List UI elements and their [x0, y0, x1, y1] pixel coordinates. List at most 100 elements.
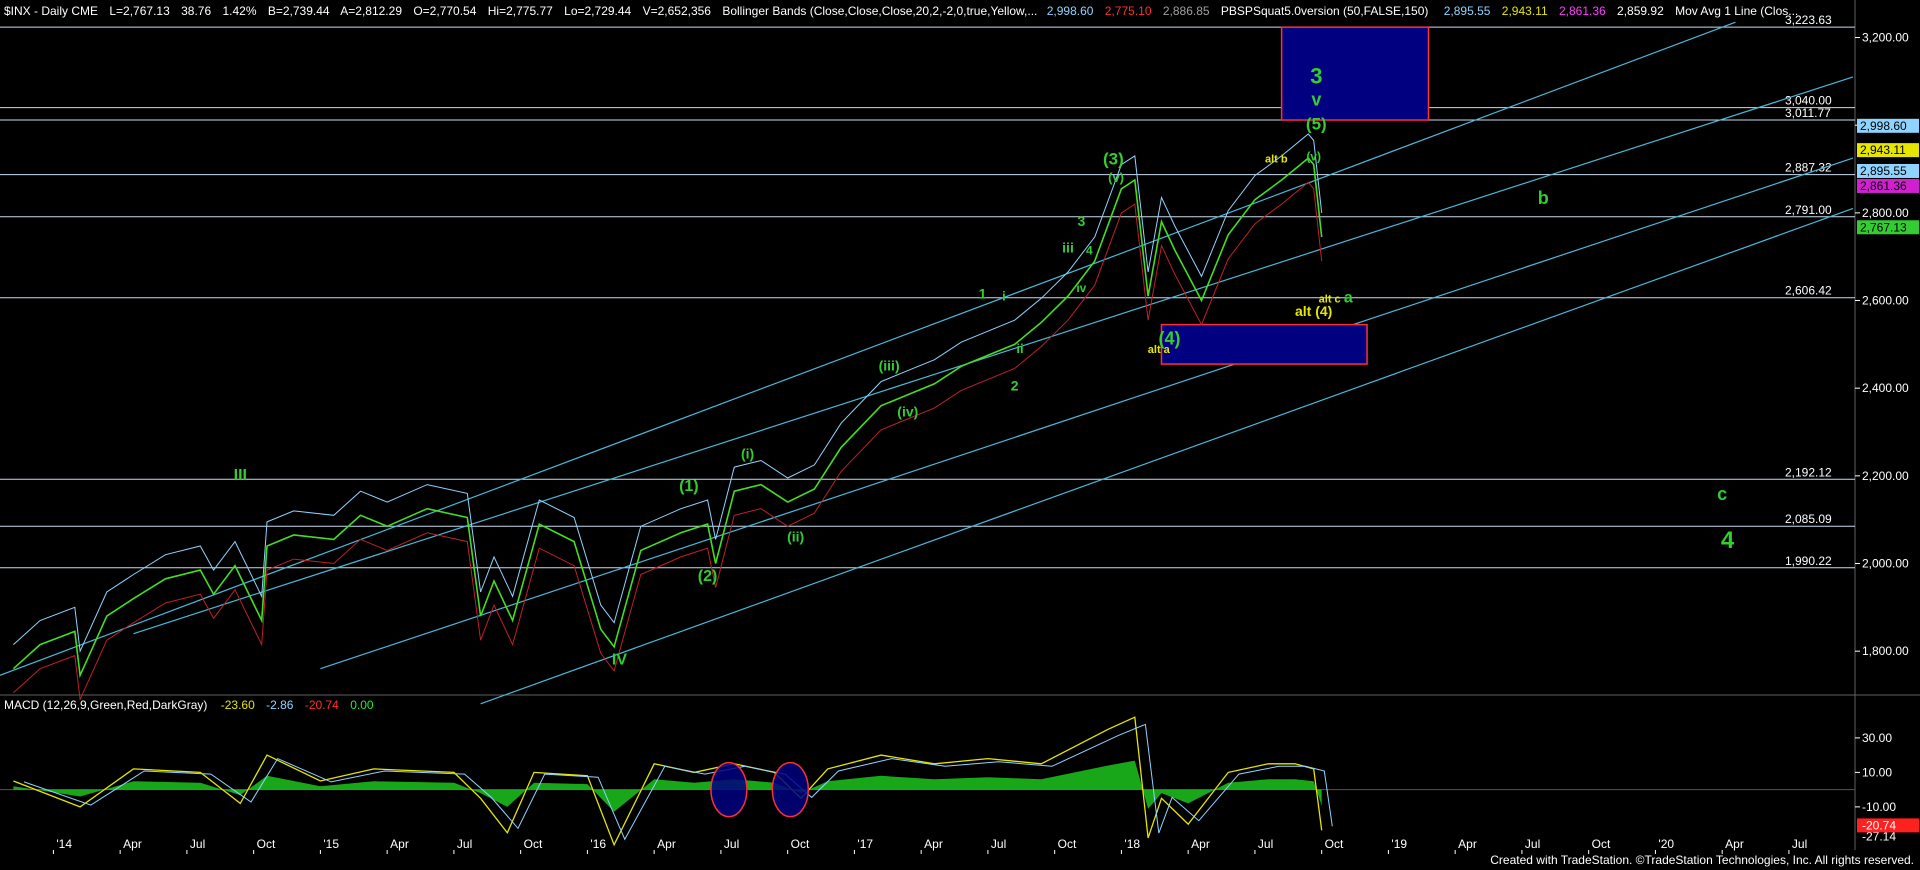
wave-label-25: c [1717, 484, 1727, 504]
x-tick-label-25: Apr [1725, 837, 1744, 851]
x-tick-label-10: Jul [724, 837, 739, 851]
bid-value: B=2,739.44 [268, 4, 330, 18]
x-tick-label-9: Apr [657, 837, 676, 851]
macd-highlight-circle-1 [771, 761, 810, 818]
wave-label-18: 4 [1086, 243, 1093, 257]
wave-label-24: b [1538, 188, 1549, 208]
wave-label-2: (1) [679, 478, 699, 495]
wave-label-0: III [234, 467, 247, 484]
macd-value-3: -20.74 [305, 698, 339, 712]
x-tick-label-6: Jul [457, 837, 472, 851]
macd-tick-label-0: 30.00 [1862, 731, 1892, 745]
wave-label-17: 3 [1077, 213, 1085, 229]
x-tick-label-19: Oct [1325, 837, 1344, 851]
wave-label-8: (3) [1103, 150, 1124, 169]
x-tick-label-20: '19 [1391, 837, 1407, 851]
level-label-4: 2,791.00 [1785, 203, 1832, 217]
pbs-value-3: 2,861.36 [1559, 4, 1606, 18]
level-label-8: 1,990.22 [1785, 554, 1832, 568]
x-tick-label-12: '17 [857, 837, 873, 851]
x-tick-label-23: Oct [1592, 837, 1611, 851]
wave-label-5: (ii) [787, 529, 804, 545]
wave-label-15: 1 [979, 285, 987, 301]
wave-label-21: i [1002, 289, 1006, 304]
svg-text:MACD (12,26,9,Green,Red,DarkGr: MACD (12,26,9,Green,Red,DarkGray) -23.60… [4, 698, 374, 712]
x-tick-label-22: Jul [1525, 837, 1540, 851]
y-tick-label-4: 2,600.00 [1862, 294, 1909, 308]
price-tag-label-3: 2,861.36 [1860, 179, 1907, 193]
x-tick-label-13: Apr [924, 837, 943, 851]
y-tick-label-1: 2,000.00 [1862, 557, 1909, 571]
volume-value: V=2,652,356 [643, 4, 712, 18]
x-tick-label-15: Oct [1058, 837, 1077, 851]
x-tick-label-26: Jul [1792, 837, 1807, 851]
bb-label: Bollinger Bands (Close,Close,Close,20,2,… [722, 4, 1037, 18]
y-tick-label-7: 3,200.00 [1862, 31, 1909, 45]
wave-label-13: 3 [1310, 64, 1322, 89]
x-tick-label-24: '20 [1658, 837, 1674, 851]
wave-label-20: iv [1076, 281, 1086, 295]
wave-label-28: alt a [1148, 344, 1171, 356]
y-tick-label-5: 2,800.00 [1862, 206, 1909, 220]
x-tick-label-16: '18 [1124, 837, 1140, 851]
x-tick-label-5: Apr [390, 837, 409, 851]
wave-label-1: IV [612, 651, 627, 668]
wave-label-23: a [1344, 290, 1353, 307]
tradestation-credit: Created with TradeStation. ©TradeStation… [1490, 853, 1914, 867]
x-tick-label-21: Apr [1458, 837, 1477, 851]
bb-value-2: 2,775.10 [1105, 4, 1152, 18]
y-tick-label-2: 2,200.00 [1862, 469, 1909, 483]
macd-tick-label-2: -10.00 [1862, 800, 1896, 814]
wave-label-26: 4 [1721, 527, 1735, 554]
ma-label: Mov Avg 1 Line (Clos... [1675, 4, 1798, 18]
level-label-6: 2,192.12 [1785, 465, 1832, 479]
last-price: L=2,767.13 [109, 4, 170, 18]
svg-text:$INX - Daily CME L=2,767.: $INX - Daily CME L=2,767.13 38.76 1.42% … [4, 4, 1798, 18]
x-tick-label-14: Jul [991, 837, 1006, 851]
y-tick-label-0: 1,800.00 [1862, 644, 1909, 658]
wave-label-11: (5) [1306, 115, 1327, 134]
change-pct: 1.42% [222, 4, 256, 18]
change-value: 38.76 [181, 4, 211, 18]
level-label-7: 2,085.09 [1785, 512, 1832, 526]
x-tick-label-7: Oct [524, 837, 543, 851]
pbs-value-4: 2,859.92 [1617, 4, 1664, 18]
x-tick-label-18: Jul [1258, 837, 1273, 851]
high-value: Hi=2,775.77 [488, 4, 553, 18]
price-tag-label-2: 2,895.55 [1860, 164, 1907, 178]
macd-tick-label-1: 10.00 [1862, 765, 1892, 779]
bb-value-3: 2,886.85 [1163, 4, 1210, 18]
price-tag-label-1: 2,943.11 [1860, 143, 1906, 157]
x-tick-label-2: Jul [190, 837, 205, 851]
macd-value-4: 0.00 [350, 698, 374, 712]
wave-label-30: alt (4) [1295, 303, 1332, 319]
target-box-0 [1280, 26, 1430, 121]
chart-svg: $INX - Daily CME L=2,767.13 38.76 1.42% … [0, 0, 1920, 870]
level-label-0: 3,223.63 [1785, 13, 1832, 27]
target-box-1 [1160, 323, 1368, 365]
level-label-5: 2,606.42 [1785, 284, 1832, 298]
x-tick-label-1: Apr [123, 837, 142, 851]
x-tick-label-0: '14 [56, 837, 72, 851]
low-value: Lo=2,729.44 [564, 4, 631, 18]
y-tick-label-3: 2,400.00 [1862, 381, 1909, 395]
x-tick-label-3: Oct [257, 837, 276, 851]
ask-value: A=2,812.29 [340, 4, 402, 18]
wave-label-6: (iii) [879, 358, 900, 374]
price-tag-label-0: 2,998.60 [1860, 119, 1907, 133]
wave-label-22: ii [1016, 341, 1023, 356]
macd-tick-label-4: -20.74 [1862, 818, 1896, 832]
wave-label-27: alt b [1265, 153, 1288, 165]
symbol-label: $INX - Daily CME [4, 4, 98, 18]
bb-value-1: 2,998.60 [1047, 4, 1094, 18]
level-label-2: 3,011.77 [1785, 106, 1831, 120]
wave-label-12: (v) [1306, 149, 1321, 163]
wave-label-3: (2) [698, 568, 718, 585]
wave-label-4: (i) [741, 445, 754, 461]
open-value: O=2,770.54 [413, 4, 476, 18]
x-tick-label-11: Oct [791, 837, 810, 851]
macd-highlight-circle-0 [710, 761, 748, 818]
macd-value-2: -2.86 [266, 698, 294, 712]
x-tick-label-4: '15 [323, 837, 339, 851]
price-tag-label-4: 2,767.13 [1860, 220, 1907, 234]
